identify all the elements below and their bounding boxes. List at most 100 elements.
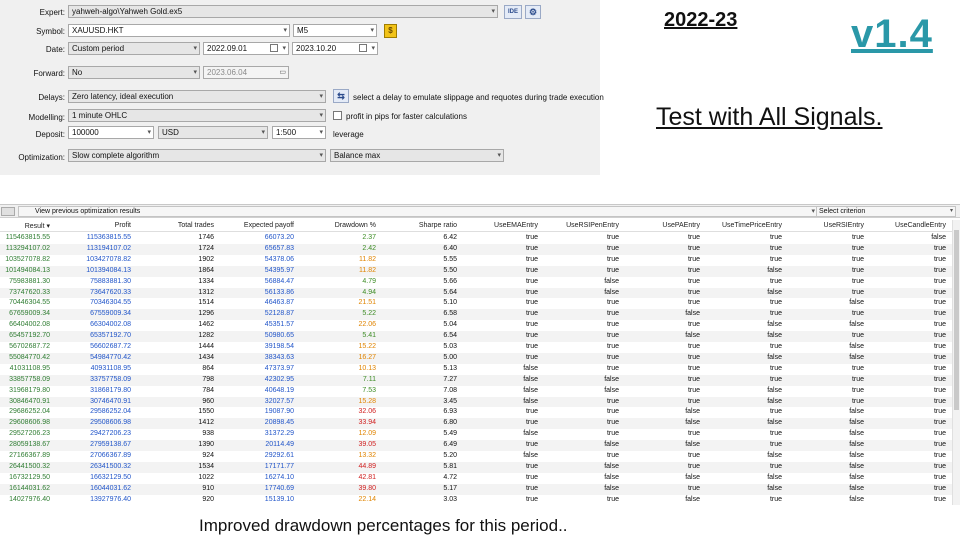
- cell-expected-payoff: 32027.57: [264, 397, 294, 405]
- column-header-expected-payoff[interactable]: Expected payoff: [214, 222, 294, 229]
- symbol-value: XAUUSD.HKT: [72, 26, 124, 35]
- column-header-sharpe-ratio[interactable]: Sharpe ratio: [377, 222, 457, 229]
- column-header-result[interactable]: Result ▾: [0, 222, 50, 230]
- table-row[interactable]: 33857758.09 33757758.09 798 42302.95 7.11 7.2…: [0, 374, 952, 386]
- table-row[interactable]: 31968179.80 31868179.80 784 40648.19 7.53 7.0…: [0, 386, 952, 397]
- cell-sharpe-ratio: 5.64: [443, 288, 457, 296]
- delay-settings-icon[interactable]: ⇆: [333, 89, 349, 103]
- table-row[interactable]: 75983881.30 75883881.30 1334 56884.47 4.79 5.…: [0, 277, 952, 288]
- table-row[interactable]: 14027976.40 13927976.40 920 15139.10 22.14 3.…: [0, 495, 952, 506]
- scrollbar-thumb[interactable]: [954, 230, 959, 410]
- modelling-select[interactable]: 1 minute OHLC ▾: [68, 109, 326, 122]
- cell-profit: 13927976.40: [90, 495, 131, 503]
- cell-use-pa-entry: true: [687, 386, 700, 394]
- cell-use-rsi-entry: false: [849, 353, 864, 361]
- cell-use-time-price-entry: true: [769, 375, 782, 383]
- table-row[interactable]: 70446304.55 70346304.55 1514 46463.87 21.51 5…: [0, 298, 952, 309]
- leverage-select[interactable]: 1:500 ▾: [272, 126, 326, 139]
- cell-use-rsi-entry: false: [849, 343, 864, 350]
- table-row[interactable]: 67659009.34 67559009.34 1296 52128.87 5.22 6.…: [0, 309, 952, 321]
- cell-use-candle-entry: true: [933, 299, 946, 307]
- cell-expected-payoff: 66073.20: [264, 234, 294, 241]
- date-to-value: 2023.10.20: [296, 44, 337, 53]
- column-header-use-rsi-entry[interactable]: UseRSIEntry: [784, 222, 864, 229]
- ide-button[interactable]: IDE: [504, 5, 522, 19]
- column-header-use-pa-entry[interactable]: UsePAEntry: [620, 222, 700, 229]
- column-header-use-rsi-pen-entry[interactable]: UseRSIPenEntry: [539, 222, 619, 229]
- column-header-total-trades[interactable]: Total trades: [134, 222, 214, 229]
- timeframe-select[interactable]: M5 ▾: [293, 24, 377, 37]
- cell-profit: 29508606.98: [90, 419, 131, 427]
- criterion-select[interactable]: Balance max ▾: [330, 149, 504, 162]
- forward-value: No: [72, 68, 83, 77]
- date-to-field[interactable]: 2023.10.20 ▾: [292, 42, 378, 55]
- cell-total-trades: 924: [202, 452, 214, 459]
- date-from-field[interactable]: 2022.09.01 ▾: [203, 42, 289, 55]
- select-criterion-dropdown[interactable]: Select criterion ▾: [816, 206, 956, 217]
- expert-label: Expert:: [39, 8, 65, 17]
- forward-select[interactable]: No ▾: [68, 66, 200, 79]
- cell-profit: 73647620.33: [90, 288, 131, 296]
- expert-select[interactable]: yahweh-algo\Yahweh Gold.ex5 ▾: [68, 5, 498, 18]
- cell-expected-payoff: 17740.69: [264, 484, 294, 492]
- table-row[interactable]: 103527078.82 103427078.82 1902 54378.06 11.8…: [0, 255, 952, 266]
- symbol-select[interactable]: XAUUSD.HKT ▾: [68, 24, 290, 37]
- previous-results-select[interactable]: View previous optimization results ▾: [18, 206, 818, 217]
- cell-profit: 67559009.34: [90, 310, 131, 318]
- table-row[interactable]: 113294107.02 113194107.02 1724 65657.83 2.42…: [0, 243, 952, 255]
- cell-profit: 40931108.95: [90, 364, 131, 372]
- optimization-select[interactable]: Slow complete algorithm ▾: [68, 149, 326, 162]
- table-row[interactable]: 66404002.08 66304002.08 1462 45351.57 22.06 5…: [0, 320, 952, 331]
- cell-expected-payoff: 52128.87: [264, 310, 294, 318]
- currency-select[interactable]: USD ▾: [158, 126, 268, 139]
- profit-pips-checkbox[interactable]: [333, 111, 342, 120]
- table-row[interactable]: 16732129.50 16632129.50 1022 16274.10 42.81 4…: [0, 473, 952, 484]
- table-row[interactable]: 56702687.72 56602687.72 1444 39198.54 15.22 5…: [0, 342, 952, 353]
- cell-expected-payoff: 16274.10: [264, 473, 294, 481]
- cell-use-rsi-pen-entry: true: [606, 255, 619, 263]
- cell-profit: 33757758.09: [90, 375, 131, 383]
- table-row[interactable]: 26441500.32 26341500.32 1534 17171.77 44.89 5…: [0, 461, 952, 473]
- table-row[interactable]: 29686252.04 29586252.04 1550 19087.90 32.06 6…: [0, 407, 952, 418]
- deposit-select[interactable]: 100000 ▾: [68, 126, 154, 139]
- table-row[interactable]: 30846470.91 30746470.91 960 32027.57 15.28 3.…: [0, 396, 952, 408]
- cell-sharpe-ratio: 6.80: [443, 419, 457, 427]
- table-row[interactable]: 28059138.67 27959138.67 1390 20114.49 39.05 6…: [0, 440, 952, 451]
- chevron-down-icon: ▾: [319, 112, 323, 119]
- table-row[interactable]: 65457192.70 65357192.70 1282 50980.65 5.41 6.…: [0, 331, 952, 342]
- gear-icon[interactable]: ⚙: [525, 5, 541, 19]
- cell-total-trades: 1334: [198, 277, 214, 285]
- cell-use-candle-entry: true: [933, 343, 946, 350]
- cell-drawdown: 4.79: [362, 277, 376, 285]
- table-row[interactable]: 115463815.55 115363815.55 1746 66073.20 2.37…: [0, 233, 952, 244]
- cell-use-pa-entry: true: [687, 353, 700, 361]
- column-header-profit[interactable]: Profit: [51, 222, 131, 229]
- cell-result: 33857758.09: [9, 375, 50, 383]
- table-row[interactable]: 27166367.89 27066367.89 924 29292.61 13.32 5.…: [0, 451, 952, 462]
- column-header-use-ema-entry[interactable]: UseEMAEntry: [458, 222, 538, 229]
- table-row[interactable]: 16144031.62 16044031.62 910 17740.69 39.80 5.…: [0, 483, 952, 495]
- cell-expected-payoff: 15139.10: [264, 495, 294, 503]
- results-options-button[interactable]: [1, 207, 15, 216]
- cell-use-candle-entry: true: [933, 244, 946, 252]
- results-scrollbar[interactable]: [952, 220, 960, 505]
- table-row[interactable]: 29608606.98 29508606.98 1412 20898.45 33.94 6…: [0, 418, 952, 430]
- cell-expected-payoff: 29292.61: [264, 452, 294, 459]
- column-header-use-time-price-entry[interactable]: UseTimePriceEntry: [702, 222, 782, 229]
- date-mode-select[interactable]: Custom period ▾: [68, 42, 200, 55]
- delays-select[interactable]: Zero latency, ideal execution ▾: [68, 90, 326, 103]
- table-row[interactable]: 29527206.23 29427206.23 938 31372.29 12.09 5.…: [0, 429, 952, 440]
- cell-total-trades: 938: [202, 430, 214, 438]
- column-header-use-candle-entry[interactable]: UseCandleEntry: [866, 222, 946, 229]
- cell-use-rsi-entry: false: [849, 419, 864, 427]
- table-row[interactable]: 41031108.95 40931108.95 864 47373.97 10.13 5.…: [0, 364, 952, 375]
- symbol-properties-icon[interactable]: $: [384, 24, 397, 38]
- chevron-down-icon: ▾: [261, 129, 265, 136]
- table-row[interactable]: 55084770.42 54984770.42 1434 38343.63 16.27 5…: [0, 352, 952, 364]
- cell-use-candle-entry: true: [933, 419, 946, 427]
- cell-profit: 65357192.70: [90, 332, 131, 340]
- chevron-down-icon: ▾: [147, 129, 151, 136]
- table-row[interactable]: 101494084.13 101394084.13 1864 54395.97 11.8…: [0, 265, 952, 277]
- column-header-drawdown[interactable]: Drawdown %: [296, 222, 376, 229]
- table-row[interactable]: 73747620.33 73647620.33 1312 56133.86 4.94 5.…: [0, 287, 952, 299]
